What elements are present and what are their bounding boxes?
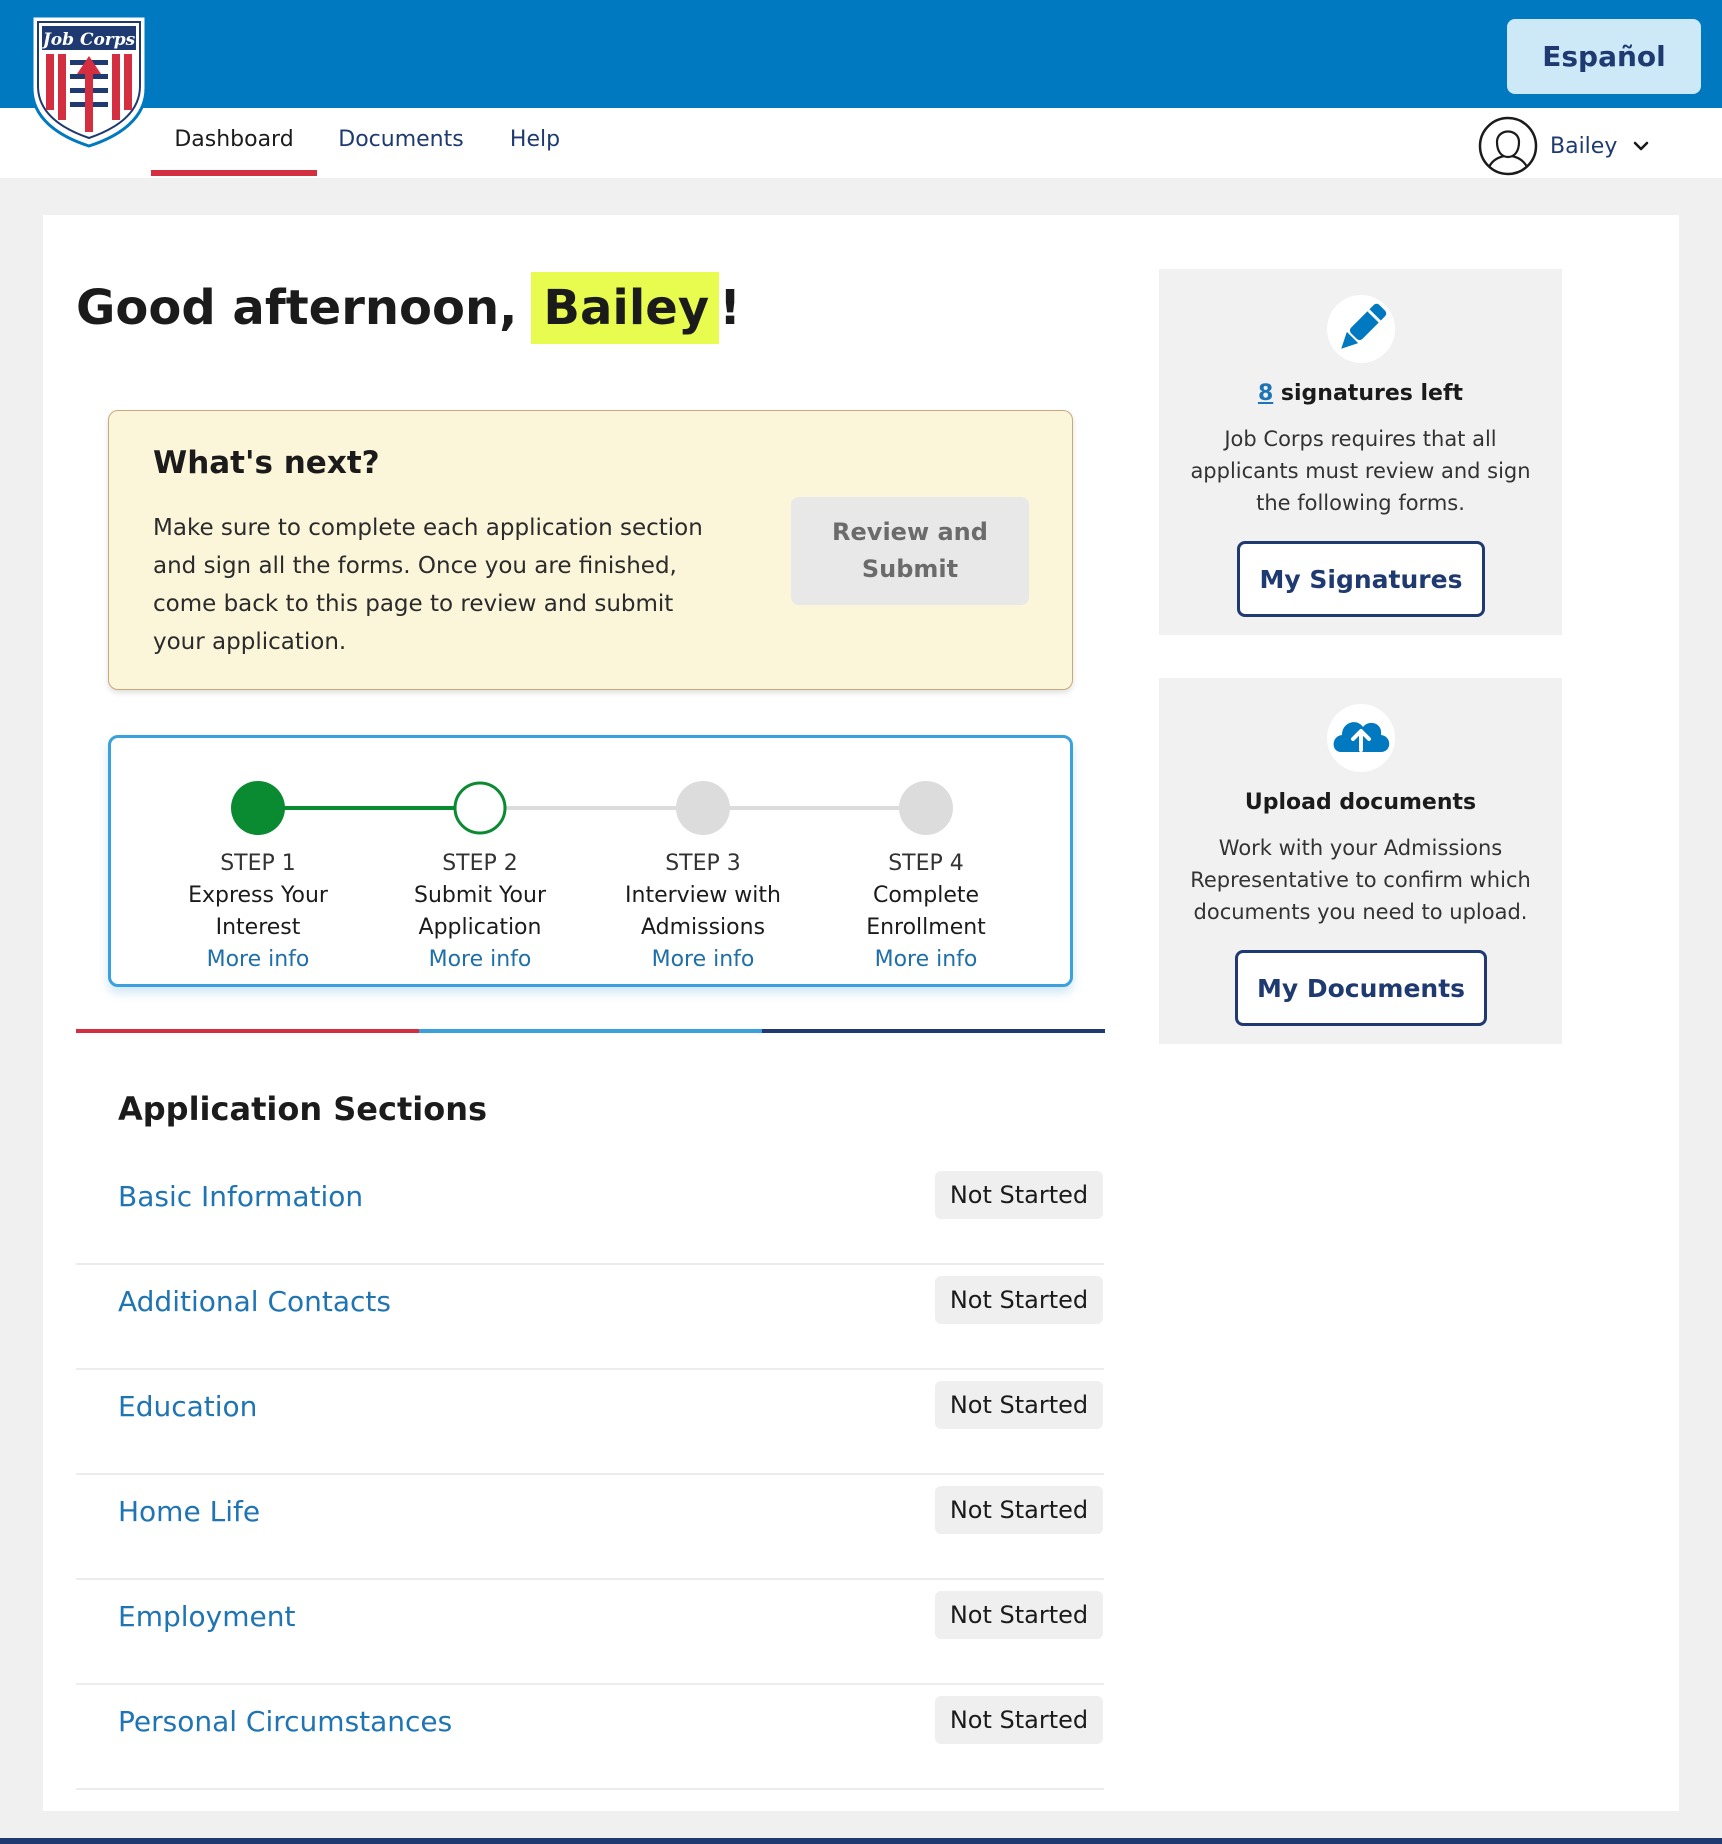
step-title: Interview with Admissions <box>625 883 781 940</box>
status-badge: Not Started <box>935 1276 1103 1324</box>
my-documents-button[interactable]: My Documents <box>1235 950 1487 1026</box>
section-row-personal-circumstances: Personal Circumstances Not Started <box>76 1685 1104 1790</box>
step-number: STEP 4 <box>888 851 964 876</box>
step-2-current-marker <box>453 781 507 835</box>
job-corps-logo[interactable]: Job Corps <box>28 12 150 148</box>
greeting-suffix: ! <box>719 280 742 336</box>
upload-documents-title: Upload documents <box>1244 790 1477 815</box>
sections-title: Application Sections <box>118 1090 488 1128</box>
language-toggle-button[interactable]: Español <box>1507 19 1701 94</box>
page-greeting: Good afternoon, Bailey ! <box>76 272 741 344</box>
review-and-submit-button[interactable]: Review and Submit <box>791 497 1029 605</box>
step-3-pending-marker <box>676 781 730 835</box>
logo-text: Job Corps <box>40 30 136 50</box>
my-signatures-button[interactable]: My Signatures <box>1237 541 1485 617</box>
greeting-prefix: Good afternoon, <box>76 280 518 336</box>
section-row-employment: Employment Not Started <box>76 1580 1104 1685</box>
status-badge: Not Started <box>935 1591 1103 1639</box>
upload-documents-body: Work with your Admissions Representative… <box>1190 836 1531 924</box>
section-link[interactable]: Personal Circumstances <box>118 1705 452 1738</box>
step-number: STEP 1 <box>220 851 296 876</box>
step-more-info-link[interactable]: More info <box>593 944 813 976</box>
signatures-body: Job Corps requires that all applicants m… <box>1190 427 1531 515</box>
divider-blue <box>419 1029 762 1033</box>
step-4-pending-marker <box>899 781 953 835</box>
footer-stripe <box>0 1838 1722 1844</box>
signatures-left-title: 8 signatures left <box>1159 381 1562 406</box>
step-2: STEP 2 Submit Your Application More info <box>370 848 590 976</box>
divider-navy <box>762 1029 1105 1033</box>
section-row-home-life: Home Life Not Started <box>76 1475 1104 1580</box>
status-badge: Not Started <box>935 1381 1103 1429</box>
step-title: Complete Enrollment <box>866 883 986 940</box>
signatures-card: 8 signatures left Job Corps requires tha… <box>1159 269 1562 635</box>
step-1: STEP 1 Express Your Interest More info <box>148 848 368 976</box>
step-4: STEP 4 Complete Enrollment More info <box>816 848 1036 976</box>
section-row-additional-contacts: Additional Contacts Not Started <box>76 1265 1104 1370</box>
section-link[interactable]: Basic Information <box>118 1180 363 1213</box>
cloud-upload-icon <box>1327 704 1395 772</box>
section-row-basic-information: Basic Information Not Started <box>76 1160 1104 1265</box>
step-1-complete-marker <box>231 781 285 835</box>
progress-steps: STEP 1 Express Your Interest More info S… <box>108 735 1073 987</box>
divider-red <box>76 1029 419 1033</box>
step-title: Submit Your Application <box>414 883 546 940</box>
status-badge: Not Started <box>935 1486 1103 1534</box>
tab-help[interactable]: Help <box>500 108 570 176</box>
greeting-name: Bailey <box>531 272 720 344</box>
step-number: STEP 3 <box>665 851 741 876</box>
top-header-bar <box>0 0 1722 108</box>
signatures-title-suffix: signatures left <box>1273 381 1464 406</box>
section-link[interactable]: Education <box>118 1390 257 1423</box>
whats-next-title: What's next? <box>153 445 380 481</box>
whats-next-body: Make sure to complete each application s… <box>153 515 703 655</box>
step-more-info-link[interactable]: More info <box>370 944 590 976</box>
tab-dashboard[interactable]: Dashboard <box>151 108 317 176</box>
pen-icon <box>1327 295 1395 363</box>
step-more-info-link[interactable]: More info <box>816 944 1036 976</box>
section-row-education: Education Not Started <box>76 1370 1104 1475</box>
step-more-info-link[interactable]: More info <box>148 944 368 976</box>
status-badge: Not Started <box>935 1696 1103 1744</box>
step-3: STEP 3 Interview with Admissions More in… <box>593 848 813 976</box>
user-menu[interactable]: Bailey <box>1478 115 1651 177</box>
section-link[interactable]: Employment <box>118 1600 295 1633</box>
chevron-down-icon[interactable] <box>1631 136 1651 156</box>
tab-documents[interactable]: Documents <box>334 108 468 176</box>
section-link[interactable]: Home Life <box>118 1495 260 1528</box>
user-name: Bailey <box>1550 133 1618 159</box>
step-title: Express Your Interest <box>188 883 328 940</box>
section-link[interactable]: Additional Contacts <box>118 1285 391 1318</box>
user-circle-icon <box>1478 116 1538 176</box>
status-badge: Not Started <box>935 1171 1103 1219</box>
signatures-count[interactable]: 8 <box>1258 381 1273 406</box>
whats-next-callout: What's next? Make sure to complete each … <box>108 410 1073 690</box>
step-number: STEP 2 <box>442 851 518 876</box>
upload-documents-card: Upload documents Work with your Admissio… <box>1159 678 1562 1044</box>
